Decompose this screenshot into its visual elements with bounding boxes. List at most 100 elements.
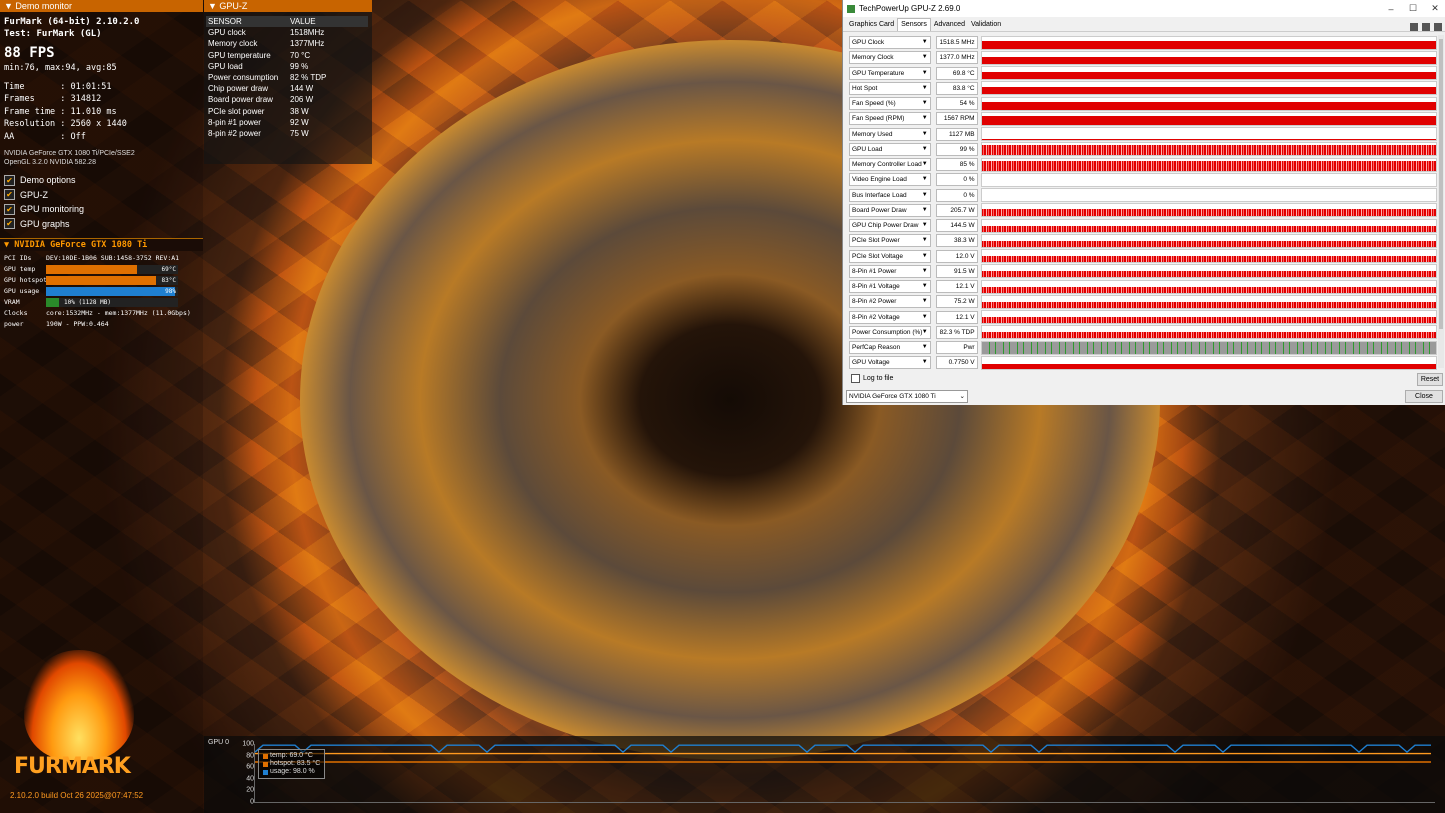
reset-button[interactable]: Reset bbox=[1417, 373, 1443, 386]
sensor-graph-fill bbox=[981, 87, 1436, 95]
table-row: GPU clock 1518MHz bbox=[206, 27, 368, 38]
chevron-down-icon: ▼ bbox=[921, 84, 928, 91]
sensor-name: GPU Load bbox=[852, 145, 883, 153]
stat-frame-time: Frame time : 11.010 ms bbox=[4, 106, 117, 117]
sensor-scrollbar[interactable] bbox=[1438, 35, 1444, 368]
sensor-name: Fan Speed (RPM) bbox=[852, 115, 905, 123]
option-gpu-graphs[interactable]: ✔ GPU graphs bbox=[4, 217, 199, 232]
scrollbar-thumb[interactable] bbox=[1439, 39, 1443, 329]
gpuz-titlebar[interactable]: TechPowerUp GPU-Z 2.69.0 – ☐ ✕ bbox=[843, 0, 1445, 17]
chevron-down-icon: ▼ bbox=[921, 267, 928, 274]
power-row: power 190W - PPW:0.464 bbox=[4, 319, 199, 330]
sensor-name: GPU Temperature bbox=[852, 69, 905, 77]
sensor-graph bbox=[980, 127, 1437, 142]
sensor-name: Board power draw bbox=[208, 95, 273, 105]
gpuz-overlay-header[interactable]: ▼ GPU-Z bbox=[204, 0, 372, 12]
sensor-value: 99 % bbox=[290, 61, 309, 71]
check-icon[interactable]: ✔ bbox=[4, 203, 15, 215]
chevron-down-icon: ▼ bbox=[921, 100, 928, 107]
sensor-name-dropdown[interactable]: PCIe Slot Power ▼ bbox=[849, 234, 931, 248]
column-sensor: SENSOR bbox=[208, 17, 242, 26]
pci-label: PCI IDs bbox=[4, 254, 32, 262]
sensor-list: GPU Clock ▼ 1518.5 MHz Memory Clock ▼ 1377.0 … bbox=[849, 35, 1437, 371]
gpu-stat-bar: 69°C bbox=[46, 265, 178, 274]
flame-icon bbox=[24, 650, 134, 760]
sensor-name-dropdown[interactable]: GPU Chip Power Draw ▼ bbox=[849, 219, 931, 233]
sensor-name-dropdown[interactable]: Hot Spot ▼ bbox=[849, 81, 931, 95]
sensor-graph-fill bbox=[981, 102, 1436, 110]
menu-icon[interactable] bbox=[1434, 23, 1442, 31]
sensor-name-dropdown[interactable]: Board Power Draw ▼ bbox=[849, 203, 931, 217]
sensor-name: Power Consumption (%) bbox=[852, 328, 923, 336]
sensor-row: GPU Voltage ▼ 0.7750 V bbox=[849, 355, 1437, 370]
log-to-file[interactable]: Log to file bbox=[851, 374, 893, 383]
sensor-graph bbox=[980, 294, 1437, 309]
log-checkbox[interactable] bbox=[851, 374, 860, 383]
test-name: Test: FurMark (GL) bbox=[4, 29, 102, 39]
sensor-value: 82.3 % TDP bbox=[935, 325, 978, 339]
sensor-name-dropdown[interactable]: GPU Clock ▼ bbox=[849, 36, 931, 50]
sensor-graph bbox=[980, 264, 1437, 279]
sensor-name-dropdown[interactable]: 8-Pin #1 Voltage ▼ bbox=[849, 280, 931, 294]
sensor-name-dropdown[interactable]: Fan Speed (RPM) ▼ bbox=[849, 112, 931, 126]
sensor-name: PCIe Slot Power bbox=[852, 237, 900, 245]
gpu-select-dropdown[interactable]: NVIDIA GeForce GTX 1080 Ti ⌄ bbox=[846, 390, 968, 403]
sensor-name-dropdown[interactable]: PerfCap Reason ▼ bbox=[849, 341, 931, 355]
table-row: Board power draw 206 W bbox=[206, 94, 368, 105]
sensor-graph bbox=[980, 172, 1437, 187]
sensor-graph bbox=[980, 355, 1437, 370]
sensor-name-dropdown[interactable]: 8-Pin #2 Voltage ▼ bbox=[849, 310, 931, 324]
sensor-name: PerfCap Reason bbox=[852, 344, 901, 352]
sensor-name-dropdown[interactable]: GPU Temperature ▼ bbox=[849, 66, 931, 80]
sensor-graph bbox=[980, 96, 1437, 111]
sensor-name-dropdown[interactable]: Memory Used ▼ bbox=[849, 127, 931, 141]
sensor-name-dropdown[interactable]: Video Engine Load ▼ bbox=[849, 173, 931, 187]
sensor-name-dropdown[interactable]: GPU Voltage ▼ bbox=[849, 356, 931, 370]
option-label: GPU-Z bbox=[20, 189, 48, 200]
chevron-down-icon: ▼ bbox=[921, 176, 928, 183]
sensor-name-dropdown[interactable]: Memory Controller Load ▼ bbox=[849, 158, 931, 172]
sensor-name: Power consumption bbox=[208, 72, 279, 82]
sensor-row: PCIe Slot Voltage ▼ 12.0 V bbox=[849, 249, 1437, 264]
check-icon[interactable]: ✔ bbox=[4, 174, 15, 186]
sensor-name-dropdown[interactable]: Bus Interface Load ▼ bbox=[849, 188, 931, 202]
option-demo-options[interactable]: ✔ Demo options bbox=[4, 173, 199, 188]
close-button[interactable]: Close bbox=[1405, 390, 1443, 403]
gpu-section-header[interactable]: ▼ NVIDIA GeForce GTX 1080 Ti bbox=[0, 238, 203, 251]
sensor-name-dropdown[interactable]: Power Consumption (%) ▼ bbox=[849, 325, 931, 339]
minimize-icon[interactable]: – bbox=[1380, 4, 1402, 14]
bar-value: 10% (1128 MB) bbox=[64, 299, 111, 306]
sensor-name-dropdown[interactable]: 8-Pin #1 Power ▼ bbox=[849, 264, 931, 278]
gpu-graph-panel: GPU 0 100 80 60 40 20 0 temp: 69.0 °C hotspot:… bbox=[204, 736, 1445, 813]
table-row: 8-pin #2 power 75 W bbox=[206, 128, 368, 139]
sensor-name-dropdown[interactable]: GPU Load ▼ bbox=[849, 142, 931, 156]
check-icon[interactable]: ✔ bbox=[4, 218, 15, 230]
sensor-graph bbox=[980, 188, 1437, 203]
sensor-name-dropdown[interactable]: 8-Pin #2 Power ▼ bbox=[849, 295, 931, 309]
tab-advanced[interactable]: Advanced bbox=[931, 19, 968, 31]
demo-monitor-header[interactable]: ▼ Demo monitor bbox=[0, 0, 203, 12]
sensor-value: 99 % bbox=[935, 142, 978, 156]
refresh-icon[interactable] bbox=[1422, 23, 1430, 31]
sensor-value: 12.0 V bbox=[935, 249, 978, 263]
sensor-row: GPU Load ▼ 99 % bbox=[849, 142, 1437, 157]
tab-graphics-card[interactable]: Graphics Card bbox=[846, 19, 897, 31]
option-label: GPU graphs bbox=[20, 218, 70, 229]
maximize-icon[interactable]: ☐ bbox=[1402, 3, 1424, 14]
sensor-value: Pwr bbox=[935, 341, 978, 355]
camera-icon[interactable] bbox=[1410, 23, 1418, 31]
option-gpu-z[interactable]: ✔ GPU-Z bbox=[4, 188, 199, 203]
sensor-name-dropdown[interactable]: Fan Speed (%) ▼ bbox=[849, 97, 931, 111]
close-icon[interactable]: ✕ bbox=[1424, 3, 1445, 14]
check-icon[interactable]: ✔ bbox=[4, 189, 15, 201]
tab-validation[interactable]: Validation bbox=[968, 19, 1004, 31]
sensor-graph-fill bbox=[981, 41, 1436, 49]
sensor-row: 8-Pin #2 Power ▼ 75.2 W bbox=[849, 294, 1437, 309]
sensor-name: 8-Pin #2 Power bbox=[852, 298, 897, 306]
sensor-value: 205.7 W bbox=[935, 203, 978, 217]
sensor-name-dropdown[interactable]: PCIe Slot Voltage ▼ bbox=[849, 249, 931, 263]
option-gpu-monitoring[interactable]: ✔ GPU monitoring bbox=[4, 202, 199, 217]
tab-sensors[interactable]: Sensors bbox=[897, 18, 931, 31]
sensor-name-dropdown[interactable]: Memory Clock ▼ bbox=[849, 51, 931, 65]
chevron-down-icon: ▼ bbox=[921, 161, 928, 168]
